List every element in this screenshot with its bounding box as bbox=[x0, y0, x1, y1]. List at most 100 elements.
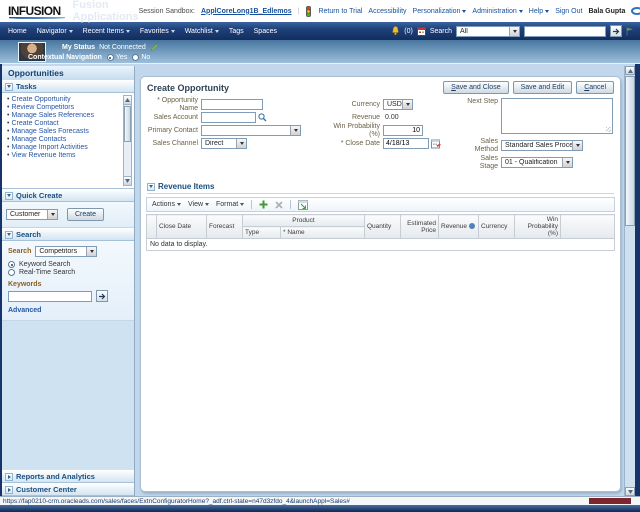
view-menu[interactable]: View bbox=[188, 201, 209, 208]
page-scrollbar[interactable] bbox=[624, 66, 635, 496]
list-item: •Manage Sales References bbox=[7, 112, 134, 119]
currency-select[interactable]: USD bbox=[383, 99, 413, 110]
close-date-input[interactable] bbox=[383, 138, 429, 149]
revenue-items-header[interactable]: Revenue Items bbox=[147, 182, 614, 194]
scroll-thumb[interactable] bbox=[625, 76, 635, 226]
scroll-up-icon[interactable] bbox=[124, 96, 131, 105]
list-item: •Manage Import Activities bbox=[7, 144, 134, 151]
add-row-icon[interactable] bbox=[259, 200, 268, 209]
keywords-input[interactable] bbox=[8, 291, 92, 302]
sidebar-title: Opportunities bbox=[2, 66, 134, 80]
save-and-edit-button[interactable]: Save and Edit bbox=[513, 81, 573, 94]
chevron-down-icon[interactable] bbox=[5, 231, 13, 239]
win-probability-input[interactable] bbox=[383, 125, 423, 136]
scroll-up-icon[interactable] bbox=[625, 66, 635, 75]
tasks-scrollbar[interactable] bbox=[123, 95, 132, 186]
session-sandbox-link[interactable]: ApplCoreLong1B_Edlemos bbox=[201, 8, 292, 15]
column-name[interactable]: * Name bbox=[281, 227, 365, 239]
chevron-down-icon[interactable] bbox=[5, 192, 13, 200]
delete-row-icon bbox=[275, 201, 283, 209]
column-quantity[interactable]: Quantity bbox=[365, 215, 401, 239]
chevron-down-icon[interactable] bbox=[147, 183, 155, 191]
column-type[interactable]: Type bbox=[243, 227, 281, 239]
task-manage-import-activities[interactable]: Manage Import Activities bbox=[11, 144, 87, 151]
customer-center-panel-header[interactable]: Customer Center bbox=[2, 483, 134, 496]
column-group-product[interactable]: Product bbox=[243, 215, 365, 227]
quick-create-panel-header[interactable]: Quick Create bbox=[2, 189, 134, 202]
date-picker-icon[interactable] bbox=[431, 139, 441, 149]
search-flag-icon[interactable] bbox=[626, 27, 634, 36]
search-panel-header[interactable]: Search bbox=[2, 228, 134, 241]
reports-analytics-panel-header[interactable]: Reports and Analytics bbox=[2, 470, 134, 483]
format-menu[interactable]: Format bbox=[216, 201, 244, 208]
search-object-select[interactable]: Competitors bbox=[35, 246, 97, 257]
task-view-revenue-items[interactable]: View Revenue Items bbox=[11, 152, 75, 159]
save-and-close-button[interactable]: Save and Close bbox=[443, 81, 508, 94]
sales-method-select[interactable]: Standard Sales Process bbox=[501, 140, 583, 151]
nav-home[interactable]: Home bbox=[8, 28, 27, 35]
realtime-search-radio[interactable]: Real-Time Search bbox=[8, 269, 130, 276]
nav-watchlist[interactable]: Watchlist bbox=[185, 28, 219, 35]
nav-navigator[interactable]: Navigator bbox=[37, 28, 73, 35]
administration-menu[interactable]: Administration bbox=[472, 8, 522, 15]
search-panel: Search Competitors Keyword Search Real-T… bbox=[2, 241, 134, 321]
calendar-icon[interactable] bbox=[417, 27, 426, 36]
contextual-nav-yes-radio[interactable]: Yes bbox=[107, 54, 127, 61]
notifications-bell-icon[interactable] bbox=[391, 26, 400, 36]
task-review-competitors[interactable]: Review Competitors bbox=[11, 104, 74, 111]
keywords-go-button[interactable] bbox=[96, 290, 108, 302]
next-step-textarea[interactable] bbox=[501, 98, 613, 134]
help-menu[interactable]: Help bbox=[529, 8, 549, 15]
search-scope-select[interactable]: All bbox=[456, 26, 520, 37]
global-search-input[interactable] bbox=[524, 26, 606, 37]
chevron-down-icon[interactable] bbox=[5, 83, 13, 91]
task-create-contact[interactable]: Create Contact bbox=[11, 120, 58, 127]
revenue-info-icon[interactable] bbox=[469, 223, 475, 229]
sales-stage-select[interactable]: 01 - Qualification bbox=[501, 157, 573, 168]
search-go-button[interactable] bbox=[610, 25, 622, 37]
return-to-trial-link[interactable]: Return to Trial bbox=[318, 8, 362, 15]
advanced-search-link[interactable]: Advanced bbox=[8, 307, 41, 314]
sales-account-input[interactable] bbox=[201, 112, 256, 123]
quick-create-button[interactable]: Create bbox=[67, 208, 104, 221]
cancel-button[interactable]: Cancel bbox=[576, 81, 614, 94]
opportunity-name-input[interactable] bbox=[201, 99, 263, 110]
keyword-search-radio[interactable]: Keyword Search bbox=[8, 261, 130, 268]
chevron-right-icon[interactable] bbox=[5, 486, 13, 494]
column-currency[interactable]: Currency bbox=[479, 215, 515, 239]
personalization-menu[interactable]: Personalization bbox=[413, 8, 467, 15]
detach-icon[interactable] bbox=[298, 200, 308, 210]
search-icon[interactable] bbox=[258, 113, 267, 122]
column-estimated-price[interactable]: Estimated Price bbox=[401, 215, 439, 239]
task-manage-sales-references[interactable]: Manage Sales References bbox=[11, 112, 94, 119]
scroll-down-icon[interactable] bbox=[625, 487, 635, 496]
actions-menu[interactable]: Actions bbox=[152, 201, 181, 208]
column-forecast[interactable]: Forecast bbox=[207, 215, 243, 239]
sales-channel-select[interactable]: Direct bbox=[201, 138, 247, 149]
task-manage-sales-forecasts[interactable]: Manage Sales Forecasts bbox=[11, 128, 88, 135]
accessibility-link[interactable]: Accessibility bbox=[368, 8, 406, 15]
resize-grip-icon[interactable] bbox=[606, 127, 611, 132]
scroll-thumb[interactable] bbox=[124, 106, 131, 142]
main-navbar: Home Navigator Recent Items Favorites Wa… bbox=[0, 22, 640, 40]
column-close-date[interactable]: Close Date bbox=[157, 215, 207, 239]
quick-create-type-select[interactable]: Customer bbox=[6, 209, 58, 220]
task-create-opportunity[interactable]: Create Opportunity bbox=[11, 96, 70, 103]
contextual-nav-no-radio[interactable]: No bbox=[132, 54, 150, 61]
scroll-down-icon[interactable] bbox=[124, 176, 131, 185]
infusion-logo: INFUSION bbox=[8, 4, 61, 19]
primary-contact-combo[interactable] bbox=[201, 125, 301, 136]
my-status-value: Not Connected bbox=[99, 44, 146, 51]
chevron-right-icon[interactable] bbox=[5, 473, 13, 481]
edit-status-pencil-icon[interactable] bbox=[150, 43, 159, 52]
column-win-probability[interactable]: Win Probability (%) bbox=[515, 215, 561, 239]
nav-spaces[interactable]: Spaces bbox=[254, 28, 277, 35]
tasks-panel-header[interactable]: Tasks bbox=[2, 80, 134, 93]
nav-tags[interactable]: Tags bbox=[229, 28, 244, 35]
sign-out-link[interactable]: Sign Out bbox=[555, 8, 582, 15]
nav-favorites[interactable]: Favorites bbox=[140, 28, 175, 35]
sales-channel-label: Sales Channel bbox=[143, 140, 201, 148]
nav-recent-items[interactable]: Recent Items bbox=[83, 28, 130, 35]
task-manage-contacts[interactable]: Manage Contacts bbox=[11, 136, 66, 143]
column-revenue[interactable]: Revenue bbox=[439, 215, 479, 239]
